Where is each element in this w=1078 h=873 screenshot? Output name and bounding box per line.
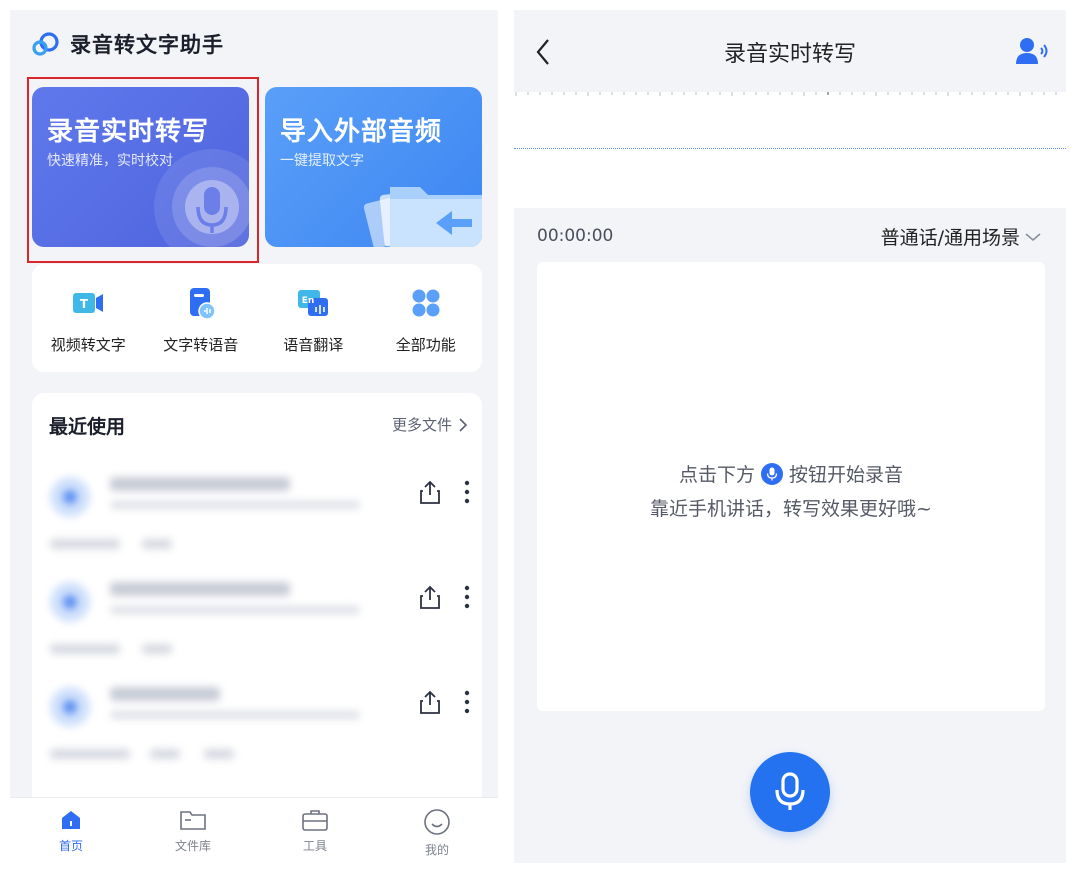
hint-line-1: 点击下方 按钮开始录音: [537, 460, 1045, 487]
recording-meta: 00:00:00 普通话/通用场景: [514, 208, 1066, 260]
page-title: 录音实时转写: [723, 42, 856, 67]
feature-voice-translate[interactable]: En 语音翻译: [263, 286, 363, 355]
tab-label: 首页: [58, 839, 83, 853]
more-files-label: 更多文件: [391, 416, 452, 434]
tab-tools[interactable]: 工具: [275, 798, 355, 863]
feature-label: 文字转语音: [163, 336, 239, 354]
hint-line-2: 靠近手机讲话，转写效果更好哦~: [650, 498, 932, 520]
import-card-subtitle: 一键提取文字: [280, 153, 364, 169]
tab-profile[interactable]: 我的: [397, 798, 477, 863]
tab-label: 工具: [302, 839, 327, 853]
voice-translate-icon: En: [296, 286, 330, 320]
home-icon: [62, 811, 80, 829]
scene-selector[interactable]: 普通话/通用场景: [881, 223, 1042, 250]
more-options-icon[interactable]: [464, 690, 470, 714]
app-title: 录音转文字助手: [70, 33, 224, 57]
list-item[interactable]: [32, 463, 482, 553]
waveform-baseline: [514, 148, 1066, 149]
row-actions: [418, 584, 470, 610]
record-button[interactable]: [750, 752, 830, 832]
feature-label: 全部功能: [395, 336, 456, 354]
tab-file-library[interactable]: 文件库: [153, 798, 233, 863]
row-actions: [418, 689, 470, 715]
feature-video-to-text[interactable]: T 视频转文字: [38, 286, 138, 355]
more-options-icon[interactable]: [464, 480, 470, 504]
chevron-down-icon: [1025, 232, 1041, 241]
recent-title: 最近使用: [49, 416, 126, 438]
transcript-area[interactable]: 点击下方 按钮开始录音 靠近手机讲话，转写效果更好哦~: [537, 262, 1045, 711]
hint-suffix: 按钮开始录音: [789, 464, 904, 486]
recording-timer: 00:00:00: [537, 226, 614, 246]
feature-label: 视频转文字: [50, 336, 126, 354]
hint-prefix: 点击下方: [678, 464, 755, 486]
feature-text-to-speech[interactable]: 文字转语音: [151, 286, 251, 355]
svg-text:T: T: [80, 297, 89, 311]
video-to-text-icon: T: [71, 286, 105, 320]
all-functions-icon: [409, 286, 443, 320]
selection-highlight-box: [27, 77, 259, 263]
svg-text:En: En: [302, 296, 315, 306]
scene-selector-label: 普通话/通用场景: [880, 227, 1020, 249]
home-screen: 录音转文字助手 录音实时转写 快速精准，实时校对 导入外部音频 一键提取文字 T…: [10, 10, 498, 863]
nav-bar: 录音实时转写: [514, 10, 1066, 92]
waveform-area: [514, 92, 1066, 208]
realtime-transcribe-screen: 录音实时转写 00:00:00 普通话/通用场景 点击下方 按钮开始录音 靠近手…: [514, 10, 1066, 863]
recent-panel: 最近使用 更多文件: [32, 393, 482, 803]
row-actions: [418, 479, 470, 505]
toolbox-icon: [302, 810, 328, 831]
feature-panel: T 视频转文字 文字转语音 En 语音翻译 全部功能: [32, 264, 482, 372]
app-header: 录音转文字助手: [32, 28, 224, 60]
bottom-tab-bar: 首页 文件库 工具 我的: [10, 797, 498, 863]
audio-file-icon: [50, 687, 90, 727]
share-icon[interactable]: [418, 689, 442, 715]
feature-all-functions[interactable]: 全部功能: [376, 286, 476, 355]
folder-icon: [180, 811, 206, 830]
tab-label: 我的: [424, 843, 449, 857]
list-item[interactable]: [32, 568, 482, 658]
audio-file-icon: [50, 477, 90, 517]
chevron-right-icon: [459, 417, 468, 432]
more-options-icon[interactable]: [464, 585, 470, 609]
microphone-icon: [775, 772, 805, 810]
speaker-recognition-icon[interactable]: [1014, 36, 1050, 66]
folder-import-icon: [363, 187, 482, 247]
import-card-title: 导入外部音频: [280, 117, 443, 147]
share-icon[interactable]: [418, 584, 442, 610]
import-audio-card[interactable]: 导入外部音频 一键提取文字: [265, 87, 482, 247]
audio-file-icon: [50, 582, 90, 622]
tab-home[interactable]: 首页: [31, 798, 111, 863]
more-files-link[interactable]: 更多文件: [392, 414, 468, 435]
share-icon[interactable]: [418, 479, 442, 505]
feature-label: 语音翻译: [283, 336, 344, 354]
profile-icon: [424, 809, 450, 835]
microphone-icon: [761, 462, 783, 485]
app-logo-icon: [32, 32, 59, 56]
list-item[interactable]: [32, 673, 482, 763]
tab-label: 文件库: [174, 839, 211, 853]
text-to-speech-icon: [184, 286, 218, 320]
time-ruler: [515, 92, 1057, 96]
